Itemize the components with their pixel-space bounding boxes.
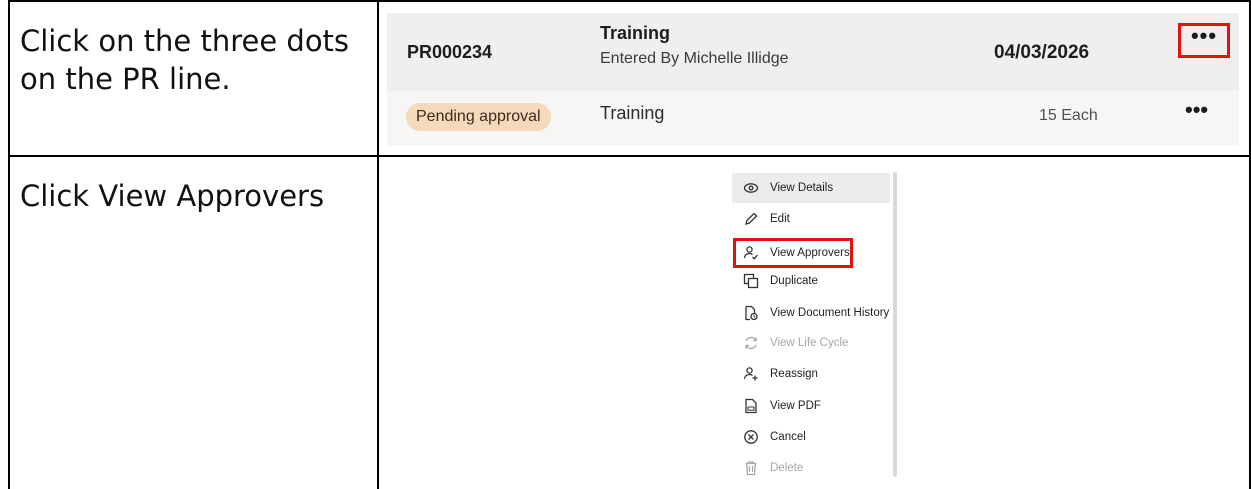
pr-header-row[interactable] xyxy=(387,13,1239,91)
step-1-instruction: Click on the three dots on the PR line. xyxy=(20,24,350,96)
menu-item-label: View PDF xyxy=(770,400,821,412)
line-item-quantity: 15 Each xyxy=(1039,107,1098,124)
duplicate-icon xyxy=(742,272,760,290)
line-item-description: Training xyxy=(600,103,665,123)
table-border-left xyxy=(8,0,10,489)
menu-scrollbar[interactable] xyxy=(893,172,897,477)
eye-icon xyxy=(742,179,760,197)
actions-menu: View Details Edit View Approvers Duplica… xyxy=(732,164,898,486)
status-badge: Pending approval xyxy=(406,103,551,131)
pdf-icon xyxy=(742,397,760,415)
menu-item-view-pdf[interactable]: View PDF xyxy=(732,391,890,421)
user-plus-icon xyxy=(742,365,760,383)
menu-item-edit[interactable]: Edit xyxy=(732,204,890,234)
table-border-top xyxy=(8,0,1251,2)
table-row-divider xyxy=(8,155,1251,157)
menu-item-duplicate[interactable]: Duplicate xyxy=(732,266,890,296)
step-2-instruction: Click View Approvers xyxy=(20,179,325,213)
cancel-circle-icon xyxy=(742,428,760,446)
pr-line-card[interactable]: PR000234 Training Entered By Michelle Il… xyxy=(387,13,1239,146)
pr-entered-by: Entered By Michelle Illidge xyxy=(600,50,789,67)
life-cycle-icon xyxy=(742,334,760,352)
menu-item-cancel[interactable]: Cancel xyxy=(732,422,890,452)
pr-number: PR000234 xyxy=(407,42,493,62)
menu-item-label: Cancel xyxy=(770,431,806,443)
document-history-icon xyxy=(742,304,760,322)
menu-item-label: View Document History xyxy=(770,307,890,319)
menu-item-delete[interactable]: Delete xyxy=(732,453,890,483)
view-approvers-highlight xyxy=(733,238,853,268)
menu-item-label: View Life Cycle xyxy=(770,337,849,349)
pr-title: Training xyxy=(600,23,671,43)
menu-item-label: View Details xyxy=(770,182,834,194)
menu-item-label: Edit xyxy=(770,213,790,225)
table-column-divider xyxy=(377,0,379,489)
menu-item-view-life-cycle[interactable]: View Life Cycle xyxy=(732,328,890,358)
menu-item-label: Delete xyxy=(770,462,804,474)
pr-date: 04/03/2026 xyxy=(994,42,1090,63)
menu-item-view-details[interactable]: View Details xyxy=(732,173,890,203)
menu-item-view-document-history[interactable]: View Document History xyxy=(732,298,890,328)
menu-item-label: Duplicate xyxy=(770,275,818,287)
trash-icon xyxy=(742,459,760,477)
pencil-icon xyxy=(742,210,760,228)
pr-more-actions-button[interactable]: ••• xyxy=(1178,23,1230,58)
menu-item-label: Reassign xyxy=(770,368,818,380)
menu-item-reassign[interactable]: Reassign xyxy=(732,359,890,389)
line-more-actions-button[interactable]: ••• xyxy=(1185,97,1208,123)
